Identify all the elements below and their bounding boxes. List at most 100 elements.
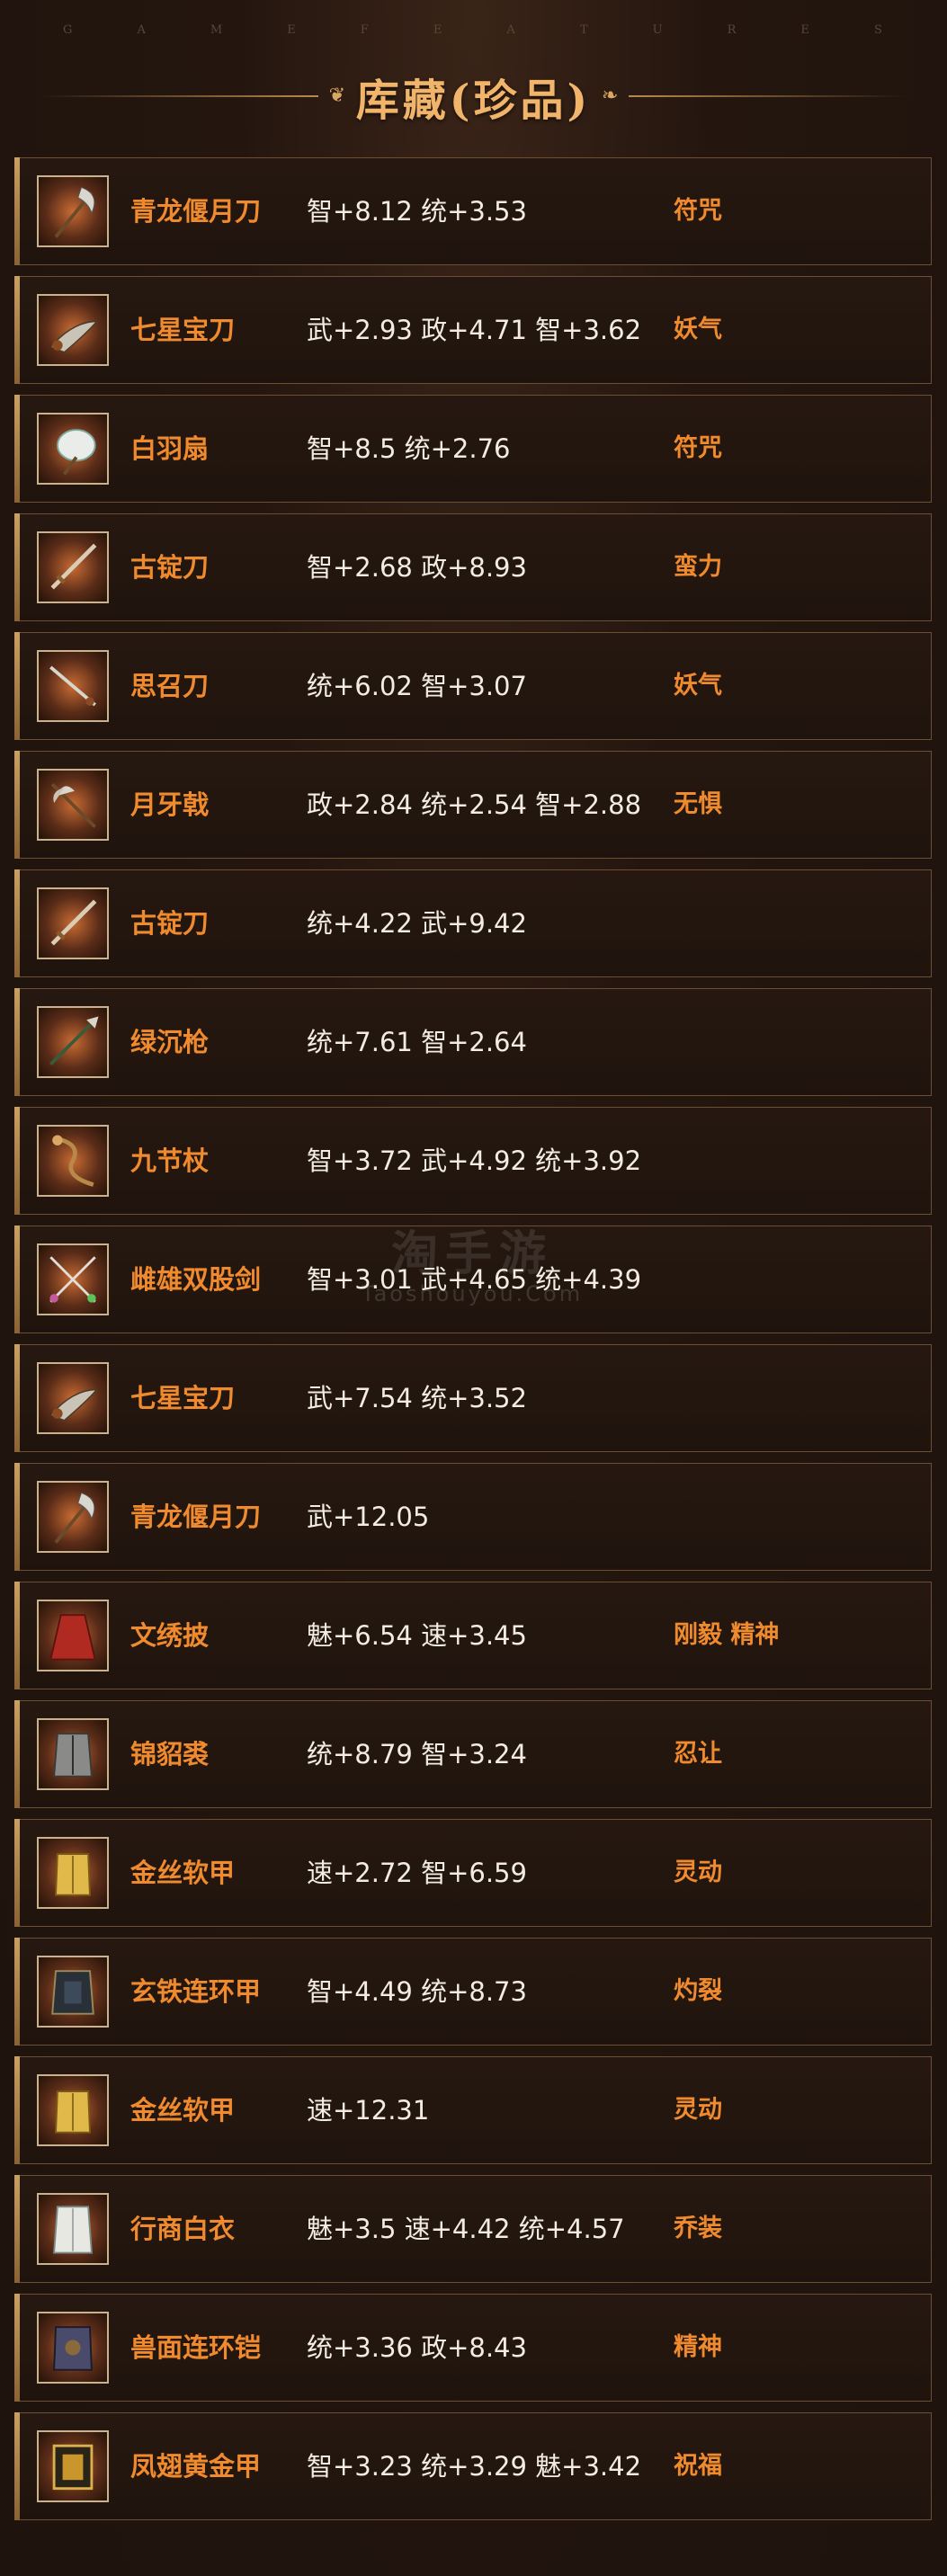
item-row[interactable]: 青龙偃月刀 智+8.12 统+3.53 符咒 bbox=[14, 157, 932, 265]
banner-letter: S bbox=[873, 23, 884, 37]
item-row[interactable]: 玄铁连环甲 智+4.49 统+8.73 灼裂 bbox=[14, 1938, 932, 2046]
item-row[interactable]: 金丝软甲 速+12.31 灵动 bbox=[14, 2056, 932, 2164]
banner-letter: A bbox=[506, 23, 517, 37]
item-stats: 速+12.31 bbox=[307, 2095, 430, 2126]
item-stats: 统+4.22 武+9.42 bbox=[307, 908, 527, 939]
item-trait: 妖气 bbox=[674, 672, 722, 700]
item-name: 七星宝刀 bbox=[130, 1383, 236, 1413]
banner-letter: F bbox=[360, 23, 371, 37]
banner-letter: T bbox=[579, 23, 590, 37]
white-robe-icon bbox=[37, 2193, 109, 2265]
item-stats: 统+7.61 智+2.64 bbox=[307, 1027, 527, 1057]
item-name: 古锭刀 bbox=[130, 908, 210, 939]
ancient-sword-icon bbox=[37, 531, 109, 603]
cloak-icon bbox=[37, 1600, 109, 1671]
item-row[interactable]: 锦貂裘 统+8.79 智+3.24 忍让 bbox=[14, 1700, 932, 1808]
banner-letter: U bbox=[652, 23, 665, 37]
crescent-blade-icon bbox=[37, 175, 109, 247]
section-header: ❦ 库藏(珍品) ❧ bbox=[0, 56, 947, 137]
item-trait: 灼裂 bbox=[674, 1977, 722, 2005]
ornament-right-icon: ❧ bbox=[602, 85, 619, 107]
ornament-left-icon: ❦ bbox=[328, 85, 345, 107]
item-row[interactable]: 白羽扇 智+8.5 统+2.76 符咒 bbox=[14, 395, 932, 503]
item-name: 文绣披 bbox=[130, 1620, 210, 1651]
item-name: 行商白衣 bbox=[130, 2214, 236, 2244]
crescent-blade-icon bbox=[37, 1481, 109, 1553]
item-stats: 智+8.5 统+2.76 bbox=[307, 433, 511, 464]
feather-fan-icon bbox=[37, 413, 109, 485]
dragon-saber-icon bbox=[37, 294, 109, 366]
gold-armor-icon bbox=[37, 1837, 109, 1909]
item-name: 九节杖 bbox=[130, 1145, 210, 1176]
item-name: 凤翅黄金甲 bbox=[130, 2451, 262, 2482]
beast-armor-icon bbox=[37, 2312, 109, 2384]
item-row[interactable]: 月牙戟 政+2.84 统+2.54 智+2.88 无惧 bbox=[14, 751, 932, 859]
item-row[interactable]: 绿沉枪 统+7.61 智+2.64 bbox=[14, 988, 932, 1096]
item-trait: 乔装 bbox=[674, 2215, 722, 2242]
item-trait: 符咒 bbox=[674, 434, 722, 462]
item-stats: 统+8.79 智+3.24 bbox=[307, 1739, 527, 1769]
item-row[interactable]: 兽面连环铠 统+3.36 政+8.43 精神 bbox=[14, 2294, 932, 2402]
item-name: 金丝软甲 bbox=[130, 1858, 236, 1888]
item-trait: 妖气 bbox=[674, 316, 722, 343]
item-stats: 智+3.01 武+4.65 统+4.39 bbox=[307, 1264, 642, 1295]
item-trait: 刚毅 精神 bbox=[674, 1621, 780, 1649]
item-stats: 武+7.54 统+3.52 bbox=[307, 1383, 527, 1413]
item-stats: 统+6.02 智+3.07 bbox=[307, 671, 527, 701]
item-trait: 灵动 bbox=[674, 1858, 722, 1886]
item-stats: 智+2.68 政+8.93 bbox=[307, 552, 527, 583]
halberd-icon bbox=[37, 769, 109, 841]
item-trait: 祝福 bbox=[674, 2452, 722, 2480]
item-row[interactable]: 古锭刀 智+2.68 政+8.93 蛮力 bbox=[14, 513, 932, 621]
banner-letters: G A M E F E A T U R E S bbox=[0, 23, 947, 37]
banner-letter: E bbox=[287, 23, 298, 37]
item-row[interactable]: 思召刀 统+6.02 智+3.07 妖气 bbox=[14, 632, 932, 740]
item-trait: 灵动 bbox=[674, 2096, 722, 2124]
item-trait: 忍让 bbox=[674, 1740, 722, 1768]
item-name: 青龙偃月刀 bbox=[130, 1502, 262, 1532]
item-row[interactable]: 金丝软甲 速+2.72 智+6.59 灵动 bbox=[14, 1819, 932, 1927]
spear-icon bbox=[37, 1006, 109, 1078]
item-row[interactable]: 古锭刀 统+4.22 武+9.42 bbox=[14, 869, 932, 977]
banner-letter: E bbox=[800, 23, 811, 37]
item-stats: 魅+6.54 速+3.45 bbox=[307, 1620, 527, 1651]
treasure-page: G A M E F E A T U R E S ❦ 库藏(珍品) ❧ 青龙偃月刀… bbox=[0, 0, 947, 2576]
item-stats: 智+3.23 统+3.29 魅+3.42 bbox=[307, 2451, 642, 2482]
banner-letter: A bbox=[137, 23, 147, 37]
item-row[interactable]: 雌雄双股剑 智+3.01 武+4.65 统+4.39 bbox=[14, 1226, 932, 1333]
banner-letter: R bbox=[727, 23, 738, 37]
staff-icon bbox=[37, 1125, 109, 1197]
item-row[interactable]: 七星宝刀 武+2.93 政+4.71 智+3.62 妖气 bbox=[14, 276, 932, 384]
item-stats: 智+3.72 武+4.92 统+3.92 bbox=[307, 1145, 642, 1176]
banner-letter: E bbox=[433, 23, 444, 37]
item-stats: 智+8.12 统+3.53 bbox=[307, 196, 527, 227]
item-row[interactable]: 行商白衣 魅+3.5 速+4.42 统+4.57 乔装 bbox=[14, 2175, 932, 2283]
item-row[interactable]: 凤翅黄金甲 智+3.23 统+3.29 魅+3.42 祝福 bbox=[14, 2412, 932, 2520]
item-trait: 无惧 bbox=[674, 790, 722, 818]
item-row[interactable]: 七星宝刀 武+7.54 统+3.52 bbox=[14, 1344, 932, 1452]
item-name: 白羽扇 bbox=[130, 433, 210, 464]
item-name: 金丝软甲 bbox=[130, 2095, 236, 2126]
item-row[interactable]: 九节杖 智+3.72 武+4.92 统+3.92 bbox=[14, 1107, 932, 1215]
item-stats: 政+2.84 统+2.54 智+2.88 bbox=[307, 789, 642, 820]
title-divider-right bbox=[629, 95, 908, 97]
item-row[interactable]: 文绣披 魅+6.54 速+3.45 刚毅 精神 bbox=[14, 1582, 932, 1689]
twin-swords-icon bbox=[37, 1243, 109, 1315]
item-trait: 精神 bbox=[674, 2333, 722, 2361]
item-row[interactable]: 青龙偃月刀 武+12.05 bbox=[14, 1463, 932, 1571]
item-stats: 武+2.93 政+4.71 智+3.62 bbox=[307, 315, 642, 345]
item-stats: 武+12.05 bbox=[307, 1502, 430, 1532]
item-name: 思召刀 bbox=[130, 671, 210, 701]
ancient-sword-icon bbox=[37, 887, 109, 959]
fur-robe-icon bbox=[37, 1718, 109, 1790]
item-trait: 符咒 bbox=[674, 197, 722, 225]
item-name: 绿沉枪 bbox=[130, 1027, 210, 1057]
golden-armor-icon bbox=[37, 2430, 109, 2502]
item-stats: 魅+3.5 速+4.42 统+4.57 bbox=[307, 2214, 625, 2244]
gold-armor-icon bbox=[37, 2074, 109, 2146]
item-name: 雌雄双股剑 bbox=[130, 1264, 262, 1295]
item-stats: 统+3.36 政+8.43 bbox=[307, 2332, 527, 2363]
item-name: 兽面连环铠 bbox=[130, 2332, 262, 2363]
item-name: 玄铁连环甲 bbox=[130, 1976, 262, 2007]
title-divider-left bbox=[39, 95, 318, 97]
